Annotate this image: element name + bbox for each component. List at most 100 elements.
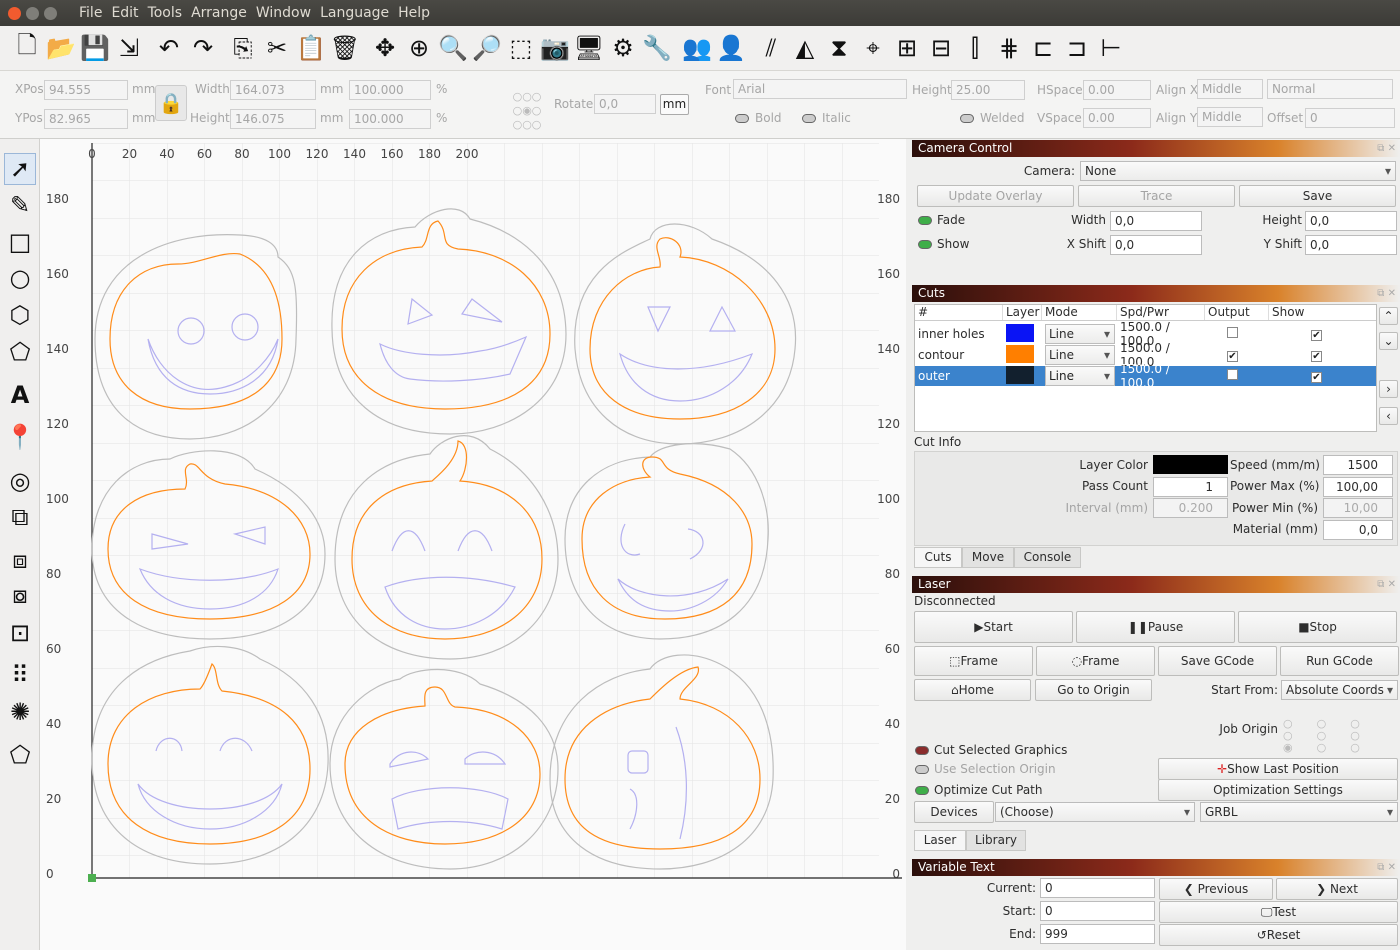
output-checkbox[interactable]: ✔ (1227, 351, 1238, 362)
save-icon[interactable]: 💾 (78, 31, 112, 65)
devices-button[interactable]: Devices (914, 801, 994, 823)
ellipse-icon[interactable]: ○ (4, 262, 36, 294)
polygon-icon[interactable]: ⬡ (4, 299, 36, 331)
dock-float-close-icon[interactable]: ⧉ ✕ (1377, 140, 1396, 157)
select-arrow-icon[interactable]: ➚ (4, 153, 36, 185)
text-mode-select[interactable]: Normal (1267, 79, 1393, 99)
camera-width-input[interactable]: 0,0 (1110, 211, 1202, 231)
redo-icon[interactable]: ↷ (186, 31, 220, 65)
close-window-button[interactable] (8, 6, 21, 20)
show-checkbox[interactable]: ✔ (1311, 372, 1322, 383)
frame-rect-button[interactable]: ⬚Frame (914, 646, 1033, 676)
font-select[interactable]: Arial (733, 79, 907, 99)
camera-select[interactable]: None (1080, 161, 1396, 181)
offset-input[interactable]: 0 (1305, 108, 1395, 128)
update-overlay-button[interactable]: Update Overlay (917, 185, 1074, 207)
ypos-input[interactable]: 82.965 (44, 109, 128, 129)
camera-save-button[interactable]: Save (1239, 185, 1396, 207)
trace-button[interactable]: Trace (1078, 185, 1235, 207)
zoom-out-icon[interactable]: 🔎 (470, 31, 504, 65)
grid-array-icon[interactable]: ⠿ (4, 659, 36, 691)
paste-icon[interactable]: 📋 (294, 31, 328, 65)
workspace-svg[interactable]: 0 20 40 60 80 100 120 140 160 180 200 180 180160 160… (40, 139, 906, 950)
new-file-icon[interactable]: 🗋 (10, 31, 44, 65)
fade-toggle[interactable] (918, 216, 932, 225)
stop-button[interactable]: ■Stop (1238, 611, 1397, 643)
target-icon[interactable]: ⌖ (856, 31, 890, 65)
cut-selected-toggle[interactable] (915, 746, 929, 755)
text-tool-icon[interactable]: A (4, 379, 36, 411)
optimization-settings-button[interactable]: Optimization Settings (1158, 779, 1398, 801)
font-height-input[interactable]: 25.00 (951, 80, 1025, 100)
output-checkbox[interactable] (1227, 369, 1238, 380)
move-down-icon[interactable]: ⌄ (1379, 332, 1398, 350)
monitor-icon[interactable]: 🖥 (572, 31, 606, 65)
scale-y-input[interactable]: 100.000 (349, 109, 431, 129)
menu-language[interactable]: Language (320, 5, 389, 21)
end-input[interactable]: 999 (1040, 924, 1155, 944)
show-last-position-button[interactable]: ✛Show Last Position (1158, 758, 1398, 780)
output-checkbox[interactable] (1227, 327, 1238, 338)
tab-cuts[interactable]: Cuts (914, 547, 962, 568)
mode-select[interactable]: Line (1045, 324, 1115, 344)
camera-icon[interactable]: 📷 (538, 31, 572, 65)
menu-edit[interactable]: Edit (111, 5, 138, 21)
rectangle-icon[interactable]: □ (4, 226, 36, 258)
laser-float-close-icon[interactable]: ⧉ ✕ (1377, 576, 1396, 593)
collapse-left-icon[interactable]: ‹ (1379, 407, 1398, 425)
expand-right-icon[interactable]: › (1379, 380, 1398, 398)
mode-select[interactable]: Line (1045, 345, 1115, 365)
hspace-input[interactable]: 0.00 (1083, 80, 1151, 100)
pencil-icon[interactable]: ✎ (4, 189, 36, 221)
previous-button[interactable]: ❮ Previous (1159, 878, 1273, 900)
circular-array-icon[interactable]: ✺ (4, 696, 36, 728)
lock-icon[interactable]: 🔒 (155, 85, 187, 121)
tab-move[interactable]: Move (962, 547, 1014, 568)
italic-toggle[interactable] (802, 114, 816, 123)
import-icon[interactable]: ⇲ (112, 31, 146, 65)
align-center-icon[interactable]: ⊞ (890, 31, 924, 65)
save-gcode-button[interactable]: Save GCode (1158, 646, 1277, 676)
layer-color-button[interactable] (1153, 455, 1228, 474)
vartext-float-close-icon[interactable]: ⧉ ✕ (1377, 859, 1396, 876)
zoom-in-icon[interactable]: 🔍 (436, 31, 470, 65)
tab-laser[interactable]: Laser (914, 830, 966, 851)
distribute-v-icon[interactable]: ⋕ (992, 31, 1026, 65)
menu-arrange[interactable]: Arrange (191, 5, 247, 21)
reset-button[interactable]: ↺Reset (1159, 924, 1398, 946)
use-selection-origin-toggle[interactable] (915, 765, 929, 774)
origin-grid-icon[interactable]: ○○○ ○◉○ ○○○ (505, 90, 549, 134)
maximize-window-button[interactable] (44, 6, 57, 20)
users-icon[interactable]: 👥 (680, 31, 714, 65)
open-folder-icon[interactable]: 📂 (44, 31, 78, 65)
tools-wrench-icon[interactable]: 🔧 (640, 31, 674, 65)
cuts-float-close-icon[interactable]: ⧉ ✕ (1377, 285, 1396, 302)
settings-gear-icon[interactable]: ⚙ (606, 31, 640, 65)
start-input[interactable]: 0 (1040, 901, 1155, 921)
align-x-select[interactable]: Middle (1197, 79, 1263, 99)
layer-color-swatch[interactable] (1006, 365, 1034, 384)
show-checkbox[interactable]: ✔ (1311, 330, 1322, 341)
power-min-input[interactable]: 10,00 (1323, 498, 1393, 518)
rotary-icon[interactable]: ⬠ (4, 739, 36, 771)
device-select[interactable]: (Choose) (995, 802, 1195, 822)
cut-icon[interactable]: ✂ (260, 31, 294, 65)
xshift-input[interactable]: 0,0 (1110, 235, 1202, 255)
menu-tools[interactable]: Tools (148, 5, 183, 21)
controller-select[interactable]: GRBL (1200, 802, 1398, 822)
interval-input[interactable]: 0.200 (1153, 498, 1228, 518)
bold-toggle[interactable] (735, 114, 749, 123)
tab-library[interactable]: Library (966, 830, 1026, 851)
offset-shapes-icon[interactable]: ◎ (4, 465, 36, 497)
vspace-input[interactable]: 0.00 (1083, 108, 1151, 128)
current-input[interactable]: 0 (1040, 878, 1155, 898)
layer-color-swatch[interactable] (1006, 344, 1034, 363)
welded-toggle[interactable] (960, 114, 974, 123)
width-input[interactable]: 164.073 (230, 80, 316, 100)
speed-input[interactable]: 1500 (1323, 455, 1393, 475)
flip-horizontal-icon[interactable]: ⫽ (754, 31, 788, 65)
pause-button[interactable]: ❚❚Pause (1076, 611, 1235, 643)
undo-icon[interactable]: ↶ (152, 31, 186, 65)
tab-console[interactable]: Console (1014, 547, 1081, 568)
edit-nodes-icon[interactable]: ⬠ (4, 336, 36, 368)
